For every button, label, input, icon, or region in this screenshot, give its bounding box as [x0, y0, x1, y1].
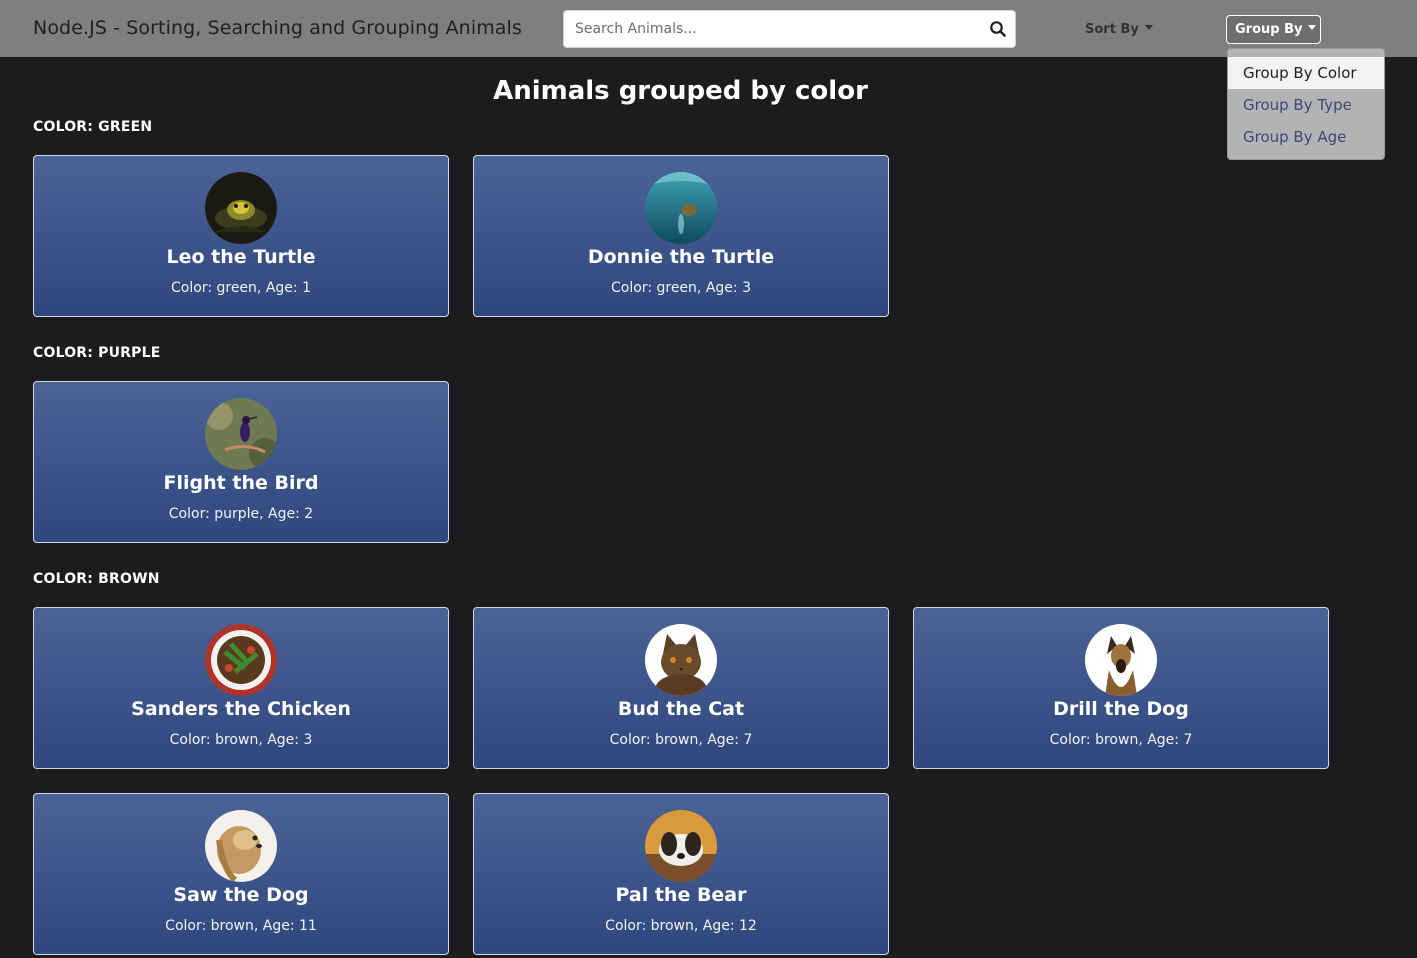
dog-photo-avatar: [1085, 624, 1157, 696]
group-label-brown: COLOR: BROWN: [33, 571, 160, 587]
sort-by-dropdown-toggle[interactable]: Sort By: [1085, 22, 1153, 37]
turtle-photo-avatar: [205, 172, 277, 244]
animal-name: Pal the Bear: [615, 884, 747, 906]
animal-name: Flight the Bird: [163, 472, 319, 494]
caret-down-icon: [1308, 25, 1317, 30]
animal-info: Color: brown, Age: 7: [609, 732, 753, 748]
group-label-green: COLOR: GREEN: [33, 119, 153, 135]
sort-by-label: Sort By: [1085, 22, 1139, 37]
animal-card[interactable]: Leo the Turtle Color: green, Age: 1: [33, 155, 449, 317]
menu-item-group-by-color[interactable]: Group By Color: [1228, 57, 1384, 89]
animal-name: Leo the Turtle: [166, 246, 316, 268]
page-title: Animals grouped by color: [493, 76, 868, 106]
group-by-label: Group By: [1235, 22, 1303, 37]
animal-info: Color: brown, Age: 11: [165, 918, 317, 934]
animal-info: Color: green, Age: 3: [611, 280, 751, 296]
group-label-purple: COLOR: PURPLE: [33, 345, 161, 361]
animal-name: Donnie the Turtle: [587, 246, 775, 268]
brand-title[interactable]: Node.JS - Sorting, Searching and Groupin…: [33, 17, 522, 39]
turtle-photo-avatar: [645, 172, 717, 244]
animal-name: Sanders the Chicken: [131, 698, 351, 720]
animal-name: Saw the Dog: [173, 884, 309, 906]
animal-card[interactable]: Flight the Bird Color: purple, Age: 2: [33, 381, 449, 543]
animal-card[interactable]: Bud the Cat Color: brown, Age: 7: [473, 607, 889, 769]
animal-card[interactable]: Donnie the Turtle Color: green, Age: 3: [473, 155, 889, 317]
animal-info: Color: green, Age: 1: [171, 280, 311, 296]
animal-card[interactable]: Sanders the Chicken Color: brown, Age: 3: [33, 607, 449, 769]
cat-photo-avatar: [645, 624, 717, 696]
animal-card[interactable]: Pal the Bear Color: brown, Age: 12: [473, 793, 889, 955]
animal-info: Color: brown, Age: 12: [605, 918, 757, 934]
menu-item-group-by-age[interactable]: Group By Age: [1228, 121, 1384, 153]
animal-name: Bud the Cat: [617, 698, 745, 720]
group-by-dropdown-toggle[interactable]: Group By: [1226, 15, 1321, 44]
chicken-dish-photo-avatar: [205, 624, 277, 696]
animal-card[interactable]: Drill the Dog Color: brown, Age: 7: [913, 607, 1329, 769]
bird-photo-avatar: [205, 398, 277, 470]
navbar: Node.JS - Sorting, Searching and Groupin…: [0, 0, 1417, 57]
animal-info: Color: brown, Age: 3: [169, 732, 313, 748]
caret-down-icon: [1144, 25, 1153, 30]
menu-item-group-by-type[interactable]: Group By Type: [1228, 89, 1384, 121]
dog-photo-avatar: [645, 810, 717, 882]
group-by-menu: Group By Color Group By Type Group By Ag…: [1227, 48, 1385, 160]
search-input[interactable]: [564, 11, 979, 47]
dog-photo-avatar: [205, 810, 277, 882]
animal-info: Color: purple, Age: 2: [168, 506, 314, 522]
search-box: [563, 10, 1016, 48]
animal-info: Color: brown, Age: 7: [1049, 732, 1193, 748]
search-icon[interactable]: [989, 20, 1007, 38]
animal-name: Drill the Dog: [1053, 698, 1189, 720]
animal-card[interactable]: Saw the Dog Color: brown, Age: 11: [33, 793, 449, 955]
